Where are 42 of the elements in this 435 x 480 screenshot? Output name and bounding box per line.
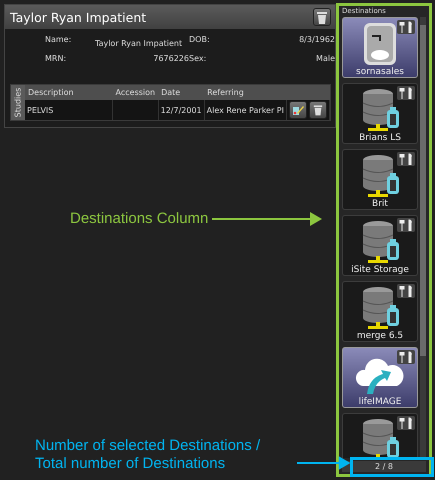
tools-icon[interactable]	[397, 284, 415, 298]
column-header[interactable]: Referring	[204, 85, 286, 100]
trash-icon	[313, 104, 323, 116]
destination-tile[interactable]: merge 6.5	[342, 281, 418, 342]
tools-icon[interactable]	[397, 416, 415, 430]
field-value: 7676226	[152, 54, 189, 63]
table-cell: PELVIS	[25, 100, 113, 120]
tools-icon[interactable]	[397, 350, 415, 364]
column-header[interactable]: Accession	[112, 85, 158, 100]
table-cell: Alex Rene Parker PI	[204, 100, 286, 120]
patient-title: Taylor Ryan Impatient	[10, 10, 146, 24]
column-header[interactable]: Description	[25, 85, 113, 100]
trash-icon	[316, 10, 328, 24]
callout-arrow	[296, 456, 350, 470]
destination-tile[interactable]	[342, 413, 418, 458]
field-label: Name:	[45, 35, 72, 46]
field-label: Sex:	[189, 54, 208, 63]
edit-button[interactable]	[289, 101, 307, 119]
field-value: Taylor Ryan Impatient	[94, 38, 184, 48]
delete-button[interactable]	[309, 101, 327, 119]
field-label: DOB:	[189, 35, 211, 46]
table-cell: 12/7/2001	[158, 100, 204, 120]
field-value: Male	[315, 54, 335, 63]
field-label: MRN:	[45, 54, 68, 63]
destination-tile[interactable]: sornasales	[342, 17, 418, 78]
tools-icon[interactable]	[397, 218, 415, 232]
callout-label: Number of selected Destinations / Total number of Destinations	[35, 437, 262, 473]
field-value: 8/3/1962	[298, 35, 335, 46]
destination-tile[interactable]: iSite Storage	[342, 215, 418, 276]
studies-tab[interactable]: Studies	[11, 85, 25, 120]
destination-tile[interactable]: Brians LS	[342, 83, 418, 144]
callout-label: Destinations Column	[70, 210, 208, 227]
tools-icon[interactable]	[397, 20, 415, 34]
tools-icon[interactable]	[397, 152, 415, 166]
scrollbar[interactable]	[420, 17, 426, 458]
selection-count: 2 / 8	[342, 461, 426, 472]
delete-button[interactable]	[313, 8, 331, 26]
column-header[interactable]: Date	[158, 85, 204, 100]
destination-tile[interactable]: Brit	[342, 149, 418, 210]
destination-tile[interactable]: lifeIMAGE	[342, 347, 418, 408]
tools-icon[interactable]	[397, 86, 415, 100]
pencil-icon	[292, 104, 304, 116]
